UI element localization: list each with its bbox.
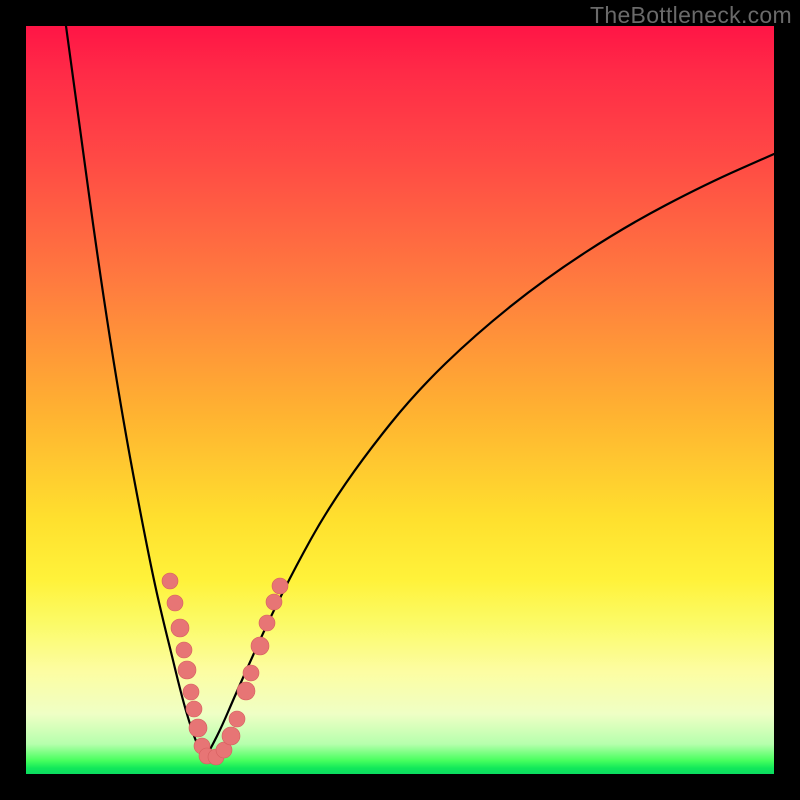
data-dot <box>229 711 245 727</box>
data-dot <box>251 637 269 655</box>
data-dot <box>189 719 207 737</box>
data-dot <box>237 682 255 700</box>
data-dot <box>186 701 202 717</box>
data-dot <box>183 684 199 700</box>
data-dot <box>162 573 178 589</box>
data-dot <box>266 594 282 610</box>
data-dot <box>259 615 275 631</box>
curve-right-branch <box>204 154 774 760</box>
data-dot <box>167 595 183 611</box>
chart-frame: TheBottleneck.com <box>0 0 800 800</box>
data-dot <box>243 665 259 681</box>
data-dot <box>272 578 288 594</box>
plot-area <box>26 26 774 774</box>
watermark-text: TheBottleneck.com <box>590 2 792 29</box>
curve-svg <box>26 26 774 774</box>
data-dot <box>176 642 192 658</box>
data-dot <box>178 661 196 679</box>
data-dot <box>171 619 189 637</box>
data-dot <box>222 727 240 745</box>
data-dots <box>162 573 288 765</box>
